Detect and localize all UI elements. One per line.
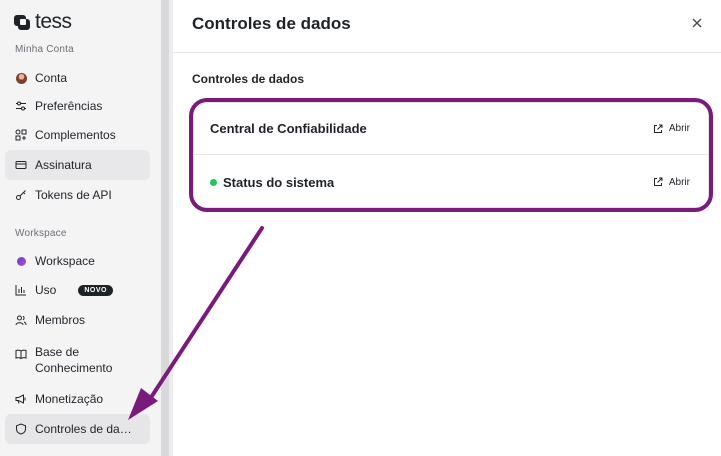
open-label: Abrir [668,176,690,188]
sidebar-item-controles-dados[interactable]: Controles de dados [5,414,150,444]
logo-text: tess [35,10,72,33]
sidebar-item-base-conhecimento[interactable]: Base de Conhecimento [5,342,150,378]
megaphone-icon [15,393,27,405]
sidebar-item-label: Base de Conhecimento [35,345,113,375]
card-icon [15,159,27,171]
sidebar-item-conta[interactable]: Conta [5,63,150,93]
sidebar-item-monetizacao[interactable]: Monetização [5,384,150,414]
open-trust-center-button[interactable]: Abrir [653,123,690,134]
page-title: Controles de dados [192,14,351,33]
sidebar-item-label: Conta [35,71,68,85]
logo[interactable]: tess [14,11,72,33]
workspace-icon [15,255,27,267]
status-indicator [210,178,217,186]
users-icon [15,314,27,326]
sidebar-item-label: Complementos [35,128,116,142]
list-item-system-status: Status do sistema Abrir [194,156,708,208]
sidebar-item-uso[interactable]: Uso NOVO [5,275,150,305]
row-title: Status do sistema [223,174,335,190]
sidebar-item-label: Tokens de API [35,188,112,202]
addons-icon [15,129,27,141]
close-button[interactable] [690,16,704,30]
sidebar-item-label: Membros [35,313,86,327]
section-label-workspace: Workspace [15,228,67,239]
sidebar-item-label: Assinatura [35,158,92,172]
close-icon [692,18,702,28]
external-link-icon [653,124,663,133]
sidebar-item-workspace[interactable]: Workspace [5,246,150,276]
sliders-icon [15,100,27,112]
key-icon [15,189,27,201]
external-link-icon [653,177,663,186]
sidebar-item-label: Preferências [35,99,103,113]
sidebar-item-preferencias[interactable]: Preferências [5,91,150,121]
sidebar-scrollbar[interactable] [161,0,169,456]
main-panel: Controles de dados Controles de dados Ce… [173,0,721,456]
sidebar-item-membros[interactable]: Membros [5,305,150,335]
book-icon [15,348,27,360]
shield-icon [15,423,27,435]
open-system-status-button[interactable]: Abrir [653,177,690,188]
sidebar: tess Minha Conta Conta Preferências Comp… [0,0,161,456]
sidebar-item-tokens-api[interactable]: Tokens de API [5,180,150,210]
header-divider [173,52,721,53]
sidebar-item-label: Workspace [35,254,95,268]
list-item-trust-center: Central de Confiabilidade Abrir [194,103,708,155]
tess-logo-icon [14,15,30,30]
sidebar-item-label: Monetização [35,392,104,406]
row-title: Central de Confiabilidade [210,121,367,136]
avatar-icon [15,72,27,84]
data-controls-card: Central de Confiabilidade Abrir Status d… [193,102,709,208]
sidebar-item-assinatura[interactable]: Assinatura [5,150,150,180]
section-label-account: Minha Conta [15,44,74,55]
new-badge: NOVO [78,284,113,296]
sidebar-item-complementos[interactable]: Complementos [5,120,150,150]
sidebar-item-label: Controles de dados [35,422,137,436]
section-title: Controles de dados [192,72,305,86]
sidebar-item-label: Uso [35,283,57,297]
bar-chart-icon [15,284,27,296]
open-label: Abrir [668,123,690,134]
